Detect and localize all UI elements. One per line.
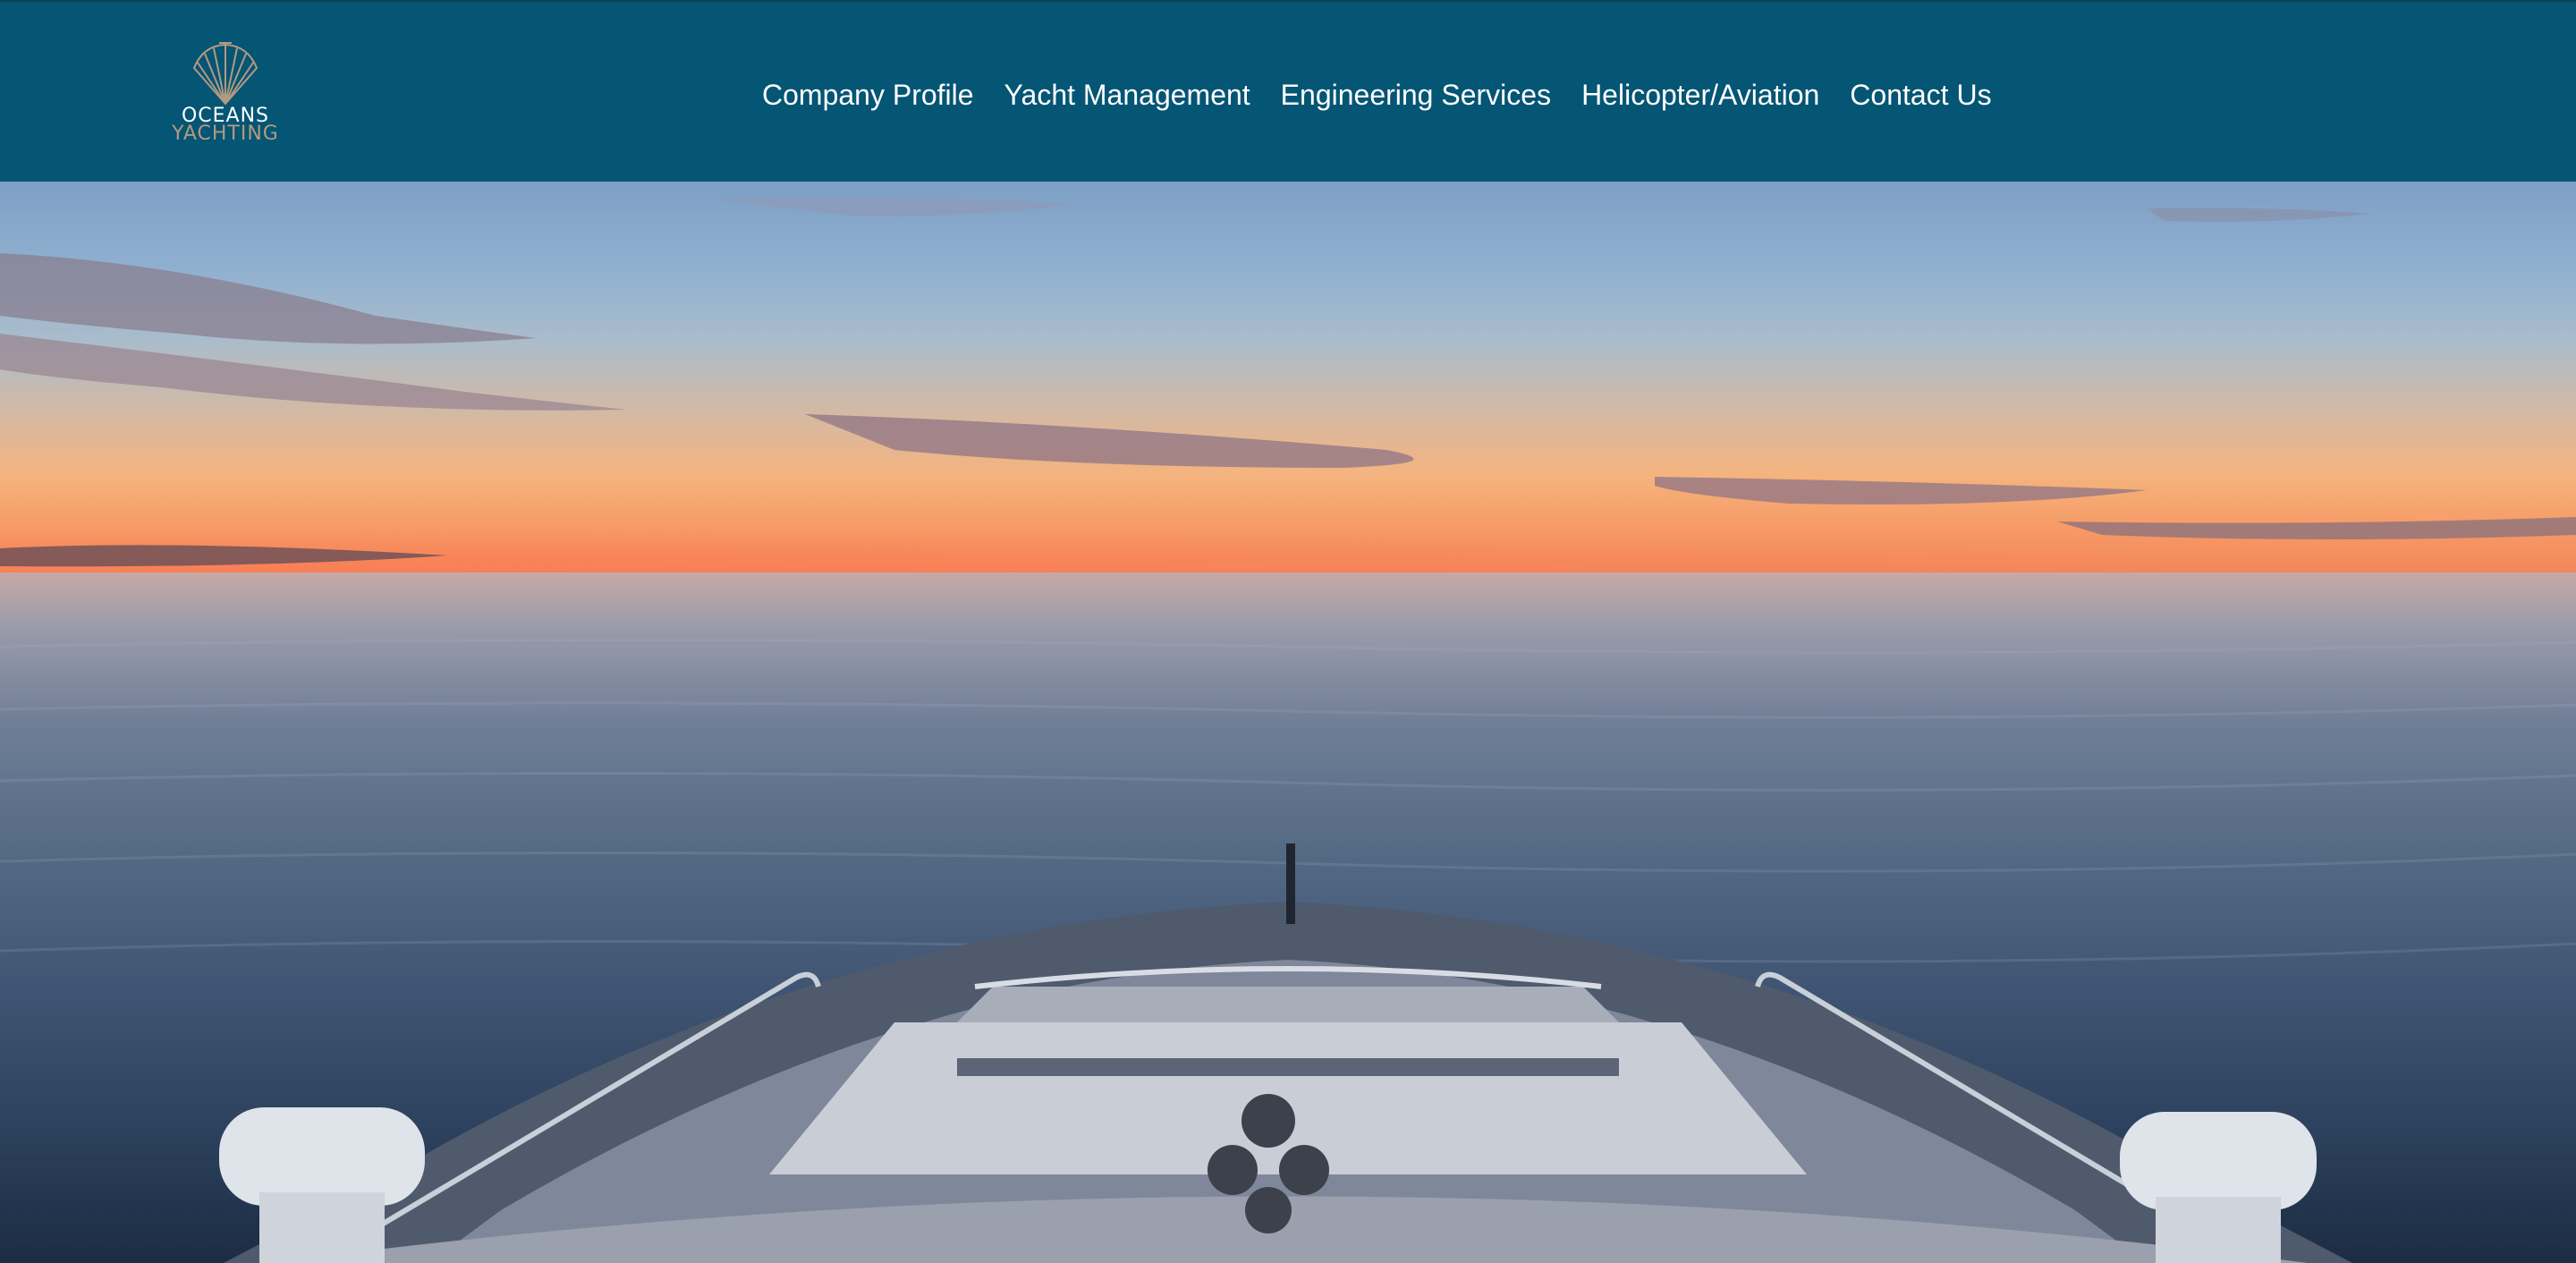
nav-item-helicopter-aviation[interactable]: Helicopter/Aviation xyxy=(1581,75,1819,114)
nav-item-engineering-services[interactable]: Engineering Services xyxy=(1281,75,1551,114)
yacht-bow-at-sunset-image xyxy=(0,198,2576,1263)
fan-shell-logo-icon xyxy=(192,42,258,106)
nav-item-contact-us[interactable]: Contact Us xyxy=(1850,75,1991,114)
nav-item-company-profile[interactable]: Company Profile xyxy=(762,75,974,114)
nav-item-yacht-management[interactable]: Yacht Management xyxy=(1004,75,1250,114)
logo-text-yachting: YACHTING xyxy=(172,123,279,145)
logo[interactable]: OCEANS YACHTING xyxy=(170,41,281,148)
site-header: OCEANS YACHTING Company Profile Yacht Ma… xyxy=(0,0,2576,182)
main-nav: Company Profile Yacht Management Enginee… xyxy=(762,75,1992,114)
page: OCEANS YACHTING Company Profile Yacht Ma… xyxy=(0,0,2576,1263)
hero-image xyxy=(0,182,2576,1263)
